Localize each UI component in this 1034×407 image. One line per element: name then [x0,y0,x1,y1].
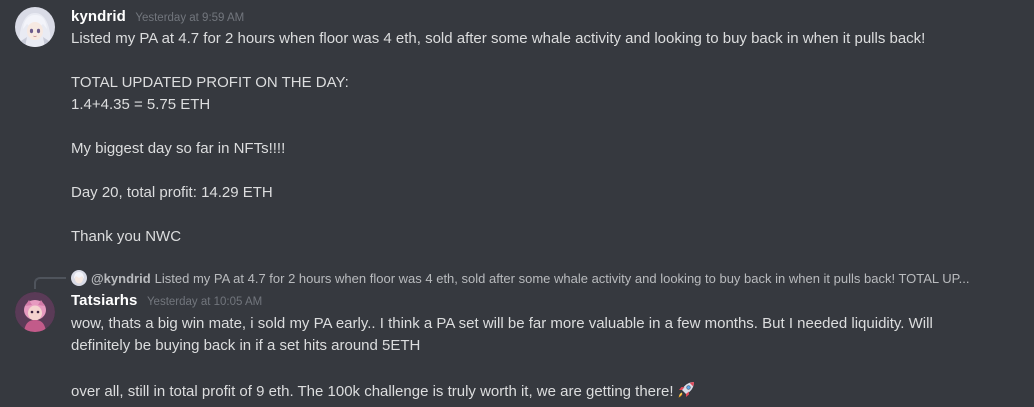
message-line: My biggest day so far in NFTs!!!! [71,140,286,157]
timestamp[interactable]: Yesterday at 9:59 AM [135,12,244,24]
rocket-emoji-icon[interactable] [675,379,697,401]
reply-text[interactable]: Listed my PA at 4.7 for 2 hours when flo… [155,271,970,286]
avatar[interactable] [15,7,55,47]
message-header: kyndrid Yesterday at 9:59 AM [71,8,244,26]
message-content: Listed my PA at 4.7 for 2 hours when flo… [71,28,1014,248]
reply-avatar-icon [71,270,87,286]
message-content: wow, thats a big win mate, i sold my PA … [71,313,1014,403]
message-line: Listed my PA at 4.7 for 2 hours when flo… [71,30,926,47]
message-line: TOTAL UPDATED PROFIT ON THE DAY: [71,74,349,91]
message-line: 1.4+4.35 = 5.75 ETH [71,96,211,113]
chat-messages: kyndrid Yesterday at 9:59 AM Listed my P… [0,0,1034,407]
message-text: over all, still in total profit of 9 eth… [71,383,674,400]
pink-character-avatar-icon [15,292,55,332]
username[interactable]: kyndrid [71,8,126,25]
message-header: Tatsiarhs Yesterday at 10:05 AM [71,292,262,310]
timestamp[interactable]: Yesterday at 10:05 AM [147,296,262,308]
anime-girl-avatar-icon [15,7,55,47]
reply-connector [34,277,66,289]
message-line: Day 20, total profit: 14.29 ETH [71,184,273,201]
message-line-with-emoji: over all, still in total profit of 9 eth… [71,379,1014,403]
message-line: definitely be buying back in if a set hi… [71,337,421,354]
username[interactable]: Tatsiarhs [71,292,137,309]
message-line: wow, thats a big win mate, i sold my PA … [71,315,933,332]
message-line: Thank you NWC [71,228,182,245]
reply-preview[interactable]: @kyndrid Listed my PA at 4.7 for 2 hours… [71,269,970,287]
avatar[interactable] [15,292,55,332]
reply-username[interactable]: @kyndrid [91,271,151,286]
